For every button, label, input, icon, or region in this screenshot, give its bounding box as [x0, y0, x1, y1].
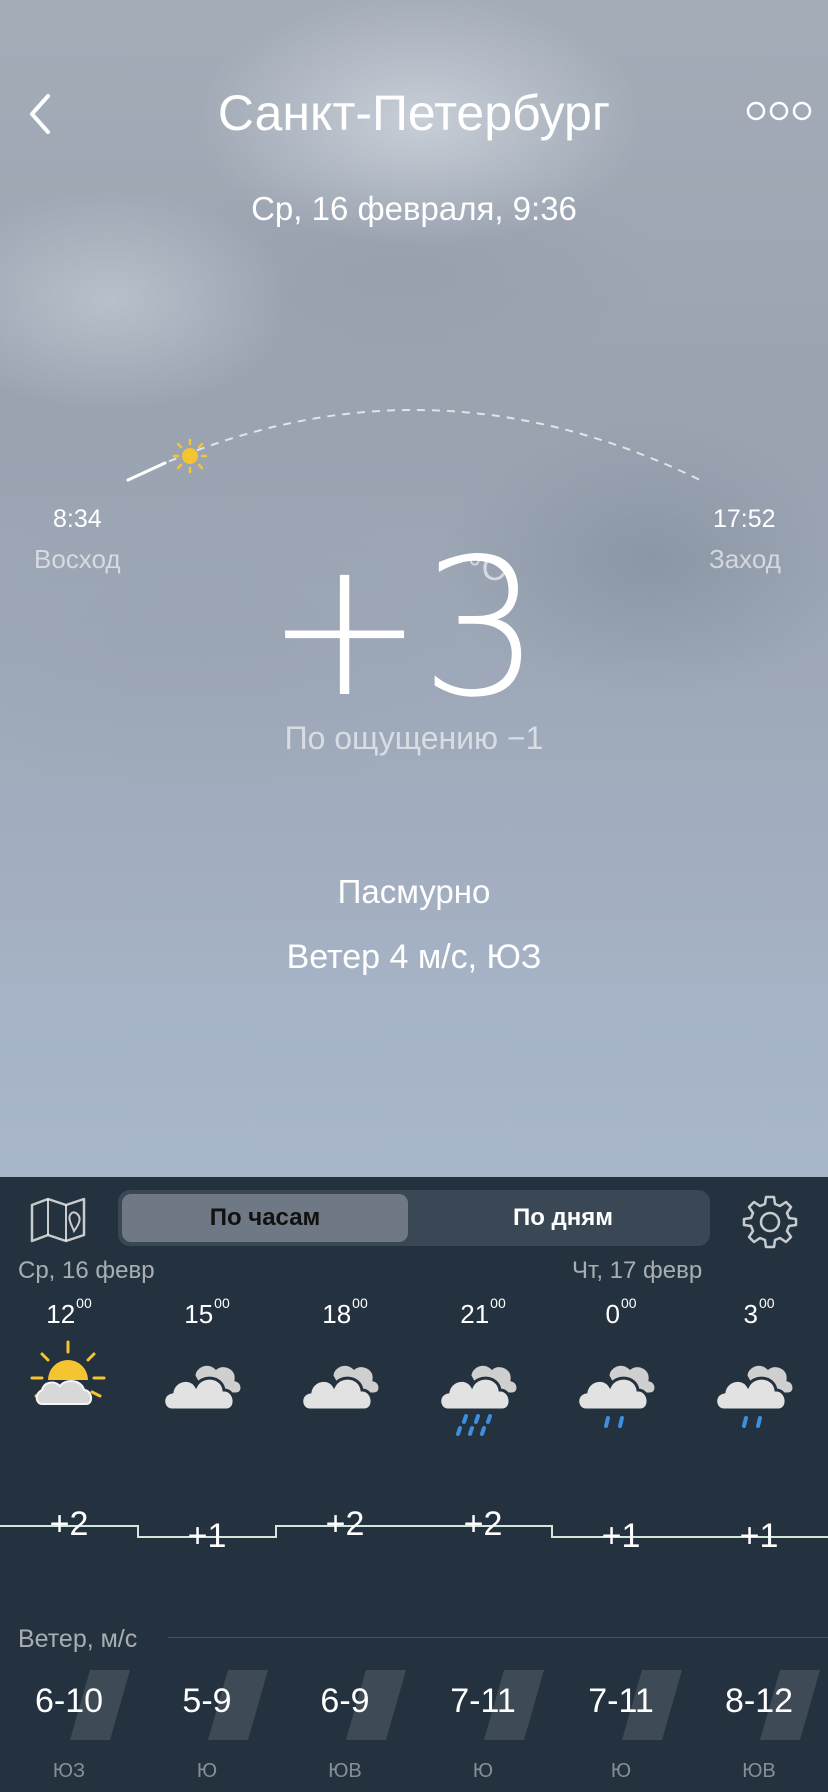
more-dots-icon [746, 101, 812, 121]
temperature-value: +2 [325, 1505, 365, 1543]
wind-direction: Ю [472, 1760, 494, 1782]
sunrise-time: 8:34 [53, 505, 102, 533]
minute-value: 00 [490, 1295, 506, 1311]
forecast-panel: По часам По дням Ср, 16 февр Чт, 17 февр… [0, 1177, 828, 1792]
cloud-rain-icon [714, 1362, 796, 1428]
view-toggle: По часам По дням [118, 1190, 710, 1246]
hour-value: 12 [46, 1299, 76, 1329]
wind-speed: 5-9 [182, 1682, 232, 1720]
wind-cell: 7-11 [414, 1670, 552, 1740]
tab-hourly[interactable]: По часам [122, 1194, 408, 1242]
temperature-value: +2 [49, 1505, 89, 1543]
cloud-rain-icon [576, 1362, 658, 1428]
hour-label: 000 [552, 1295, 690, 1330]
sun-arc [126, 409, 701, 482]
temperature-value: +2 [463, 1505, 503, 1543]
city-title: Санкт-Петербург [217, 85, 611, 141]
wind-section-title: Ветер, м/с [18, 1625, 138, 1653]
more-options-button[interactable] [744, 96, 814, 126]
map-button[interactable] [28, 1195, 88, 1247]
wind-direction: ЮВ [742, 1760, 776, 1782]
minute-value: 00 [352, 1295, 368, 1311]
hour-value: 21 [460, 1299, 490, 1329]
temperature-value: +1 [739, 1517, 779, 1555]
temperature-unit: °C [468, 550, 507, 588]
wind-speed: 7-11 [588, 1682, 654, 1720]
day-label-1: Ср, 16 февр [18, 1257, 155, 1284]
hour-label: 1800 [276, 1295, 414, 1330]
sun-icon [172, 438, 208, 474]
day-label-2: Чт, 17 февр [572, 1257, 703, 1284]
minute-value: 00 [214, 1295, 230, 1311]
wind-direction: ЮЗ [52, 1760, 86, 1782]
wind-cell: 5-9 [138, 1670, 276, 1740]
minute-value: 00 [758, 1295, 775, 1311]
sunset-time: 17:52 [713, 505, 776, 533]
hour-value: 15 [184, 1299, 214, 1329]
wind-cell: 6-9 [276, 1670, 414, 1740]
condition-text: Пасмурно [337, 873, 491, 910]
temperature-value: +1 [601, 1517, 641, 1555]
minute-value: 00 [76, 1295, 92, 1311]
wind-speed: 7-11 [450, 1682, 516, 1720]
temperature-value: +1 [187, 1517, 227, 1555]
hour-value: 3 [743, 1299, 758, 1329]
hour-label: 1500 [138, 1295, 276, 1330]
divider [168, 1637, 828, 1638]
wind-speed: 6-10 [34, 1682, 104, 1720]
wind-text: Ветер 4 м/с, ЮЗ [286, 938, 542, 976]
date-time: Ср, 16 февраля, 9:36 [251, 190, 577, 227]
sunrise-label: Восход [34, 544, 121, 574]
hour-value: 0 [605, 1299, 620, 1329]
settings-button[interactable] [742, 1193, 798, 1249]
wind-cell: 6-10 [0, 1670, 138, 1740]
hour-value: 18 [322, 1299, 352, 1329]
wind-speed: 6-9 [320, 1682, 370, 1720]
wind-direction: Ю [196, 1760, 218, 1782]
hour-label: 300 [690, 1295, 828, 1330]
hour-label: 2100 [414, 1295, 552, 1330]
wind-cell: 8-12 [690, 1670, 828, 1740]
minute-value: 00 [620, 1295, 637, 1311]
cloud-rain-heavy-icon [438, 1362, 520, 1436]
cloud-icon [300, 1362, 382, 1412]
sunset-label: Заход [709, 544, 781, 574]
wind-speed: 8-12 [724, 1682, 794, 1720]
wind-cell: 7-11 [552, 1670, 690, 1740]
tab-daily[interactable]: По дням [420, 1194, 706, 1242]
hour-label: 1200 [0, 1295, 138, 1330]
current-weather-area: Санкт-Петербург Ср, 16 февраля, 9:36 8:3… [0, 0, 828, 1177]
wind-direction: Ю [610, 1760, 632, 1782]
gear-icon [742, 1195, 798, 1249]
sun-cloud-icon [30, 1340, 106, 1405]
feels-like: По ощущению −1 [284, 720, 544, 756]
wind-direction: ЮВ [328, 1760, 362, 1782]
map-icon [30, 1197, 86, 1243]
cloud-icon [162, 1362, 244, 1412]
